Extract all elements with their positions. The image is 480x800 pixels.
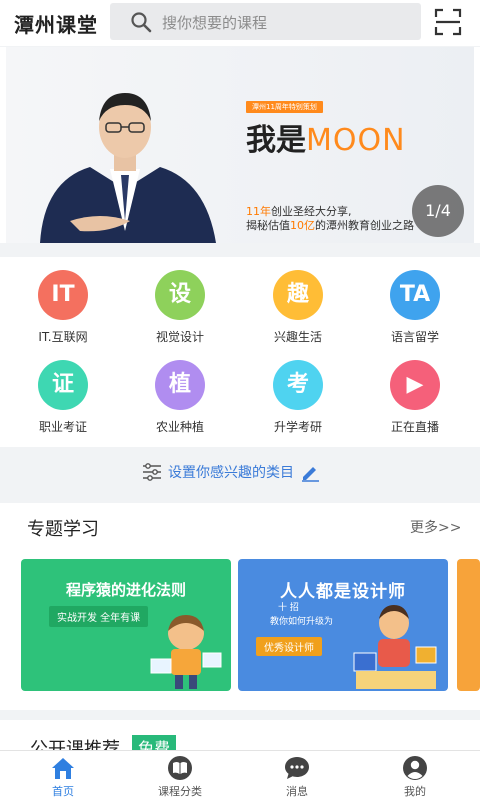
topic-card-subtitle: 十 招 教你如何升级为 xyxy=(270,601,333,629)
public-class-section: 公开课推荐 免费 xyxy=(0,720,480,754)
search-placeholder: 搜你想要的课程 xyxy=(162,14,268,32)
category-visual-design[interactable]: 设 视觉设计 xyxy=(130,270,230,352)
app-title: 潭州课堂 xyxy=(14,13,98,37)
tab-label: 首页 xyxy=(52,785,74,798)
edit-pencil-icon xyxy=(302,467,319,482)
tab-label: 消息 xyxy=(286,785,308,798)
category-label: 语言留学 xyxy=(390,330,439,344)
live-tv-icon: ▶ xyxy=(390,360,440,410)
book-icon xyxy=(168,756,192,780)
category-exam[interactable]: 考 升学考研 xyxy=(248,360,348,442)
banner-subtitle: 11年创业圣经大分享, 揭秘估值10亿的潭州教育创业之路 xyxy=(246,205,414,233)
tab-me[interactable]: 我的 xyxy=(355,755,475,799)
topic-section: 专题学习 更多>> 程序猿的进化法则 实战开发 全年有课 人人都是设计师 十 招… xyxy=(0,503,480,710)
topic-card-next[interactable] xyxy=(457,559,480,691)
promo-banner[interactable]: 潭州11周年特别策划 我是MOON 11年创业圣经大分享, 揭秘估值10亿的潭州… xyxy=(0,47,480,243)
top-header: 潭州课堂 搜你想要的课程 xyxy=(0,0,480,46)
tab-label: 我的 xyxy=(404,785,426,798)
topic-card-designer[interactable]: 人人都是设计师 十 招 教你如何升级为 优秀设计师 xyxy=(238,559,448,691)
tab-messages[interactable]: 消息 xyxy=(237,755,357,799)
scan-icon[interactable] xyxy=(434,8,462,36)
filter-icon xyxy=(143,463,161,481)
topic-card-sub-line1: 十 招 xyxy=(278,603,299,613)
search-bar[interactable]: 搜你想要的课程 xyxy=(110,3,421,40)
interest-setting-content: 设置你感兴趣的类目 xyxy=(142,460,320,484)
banner-title-prefix: 我是 xyxy=(246,123,306,158)
banner-pager: 1/4 xyxy=(412,185,464,237)
interest-setting-row[interactable]: 设置你感兴趣的类目 xyxy=(0,448,480,496)
chat-bubble-icon xyxy=(285,757,309,779)
it-icon: IT xyxy=(38,270,88,320)
category-label: 正在直播 xyxy=(390,420,439,434)
category-label: 升学考研 xyxy=(273,420,322,434)
speaker-photo xyxy=(40,93,216,243)
tab-label: 课程分类 xyxy=(158,785,202,798)
category-certificate[interactable]: 证 职业考证 xyxy=(13,360,113,442)
design-icon: 设 xyxy=(155,270,205,320)
topic-card-sub-line2: 教你如何升级为 xyxy=(270,617,334,627)
tab-home[interactable]: 首页 xyxy=(3,755,123,799)
category-label: IT.互联网 xyxy=(38,330,88,344)
exam-icon: 考 xyxy=(273,360,323,410)
banner-sub-highlight-1: 11年 xyxy=(246,205,271,218)
banner-title: 我是MOON xyxy=(246,115,406,159)
user-avatar-icon xyxy=(403,756,427,780)
agriculture-icon: 植 xyxy=(155,360,205,410)
category-label: 视觉设计 xyxy=(155,330,204,344)
search-icon xyxy=(131,12,152,33)
category-live[interactable]: ▶ 正在直播 xyxy=(365,360,465,442)
topic-card-title: 程序猿的进化法则 xyxy=(65,581,186,599)
banner-sub-text-2a: 揭秘估值 xyxy=(246,219,290,232)
banner-sub-highlight-2: 10亿 xyxy=(290,219,315,232)
category-hobby[interactable]: 趣 兴趣生活 xyxy=(248,270,348,352)
language-icon: TA xyxy=(390,270,440,320)
category-it[interactable]: IT IT.互联网 xyxy=(13,270,113,352)
banner-sub-text-2b: 的潭州教育创业之路 xyxy=(315,219,414,232)
category-grid: IT IT.互联网 设 视觉设计 趣 兴趣生活 TA 语言留学 证 职业考证 植… xyxy=(0,257,480,447)
interest-setting-label: 设置你感兴趣的类目 xyxy=(168,465,294,481)
topic-section-title: 专题学习 xyxy=(27,519,99,540)
programmer-illustration xyxy=(150,615,222,689)
designer-illustration xyxy=(353,605,437,689)
banner-title-name: MOON xyxy=(306,123,406,158)
home-icon xyxy=(52,758,74,779)
category-language[interactable]: TA 语言留学 xyxy=(365,270,465,352)
bottom-tab-bar: 首页 课程分类 消息 我的 xyxy=(0,750,480,800)
category-label: 兴趣生活 xyxy=(273,330,322,344)
topic-card-badge: 优秀设计师 xyxy=(256,637,322,656)
banner-sub-text-1: 创业圣经大分享, xyxy=(271,205,352,218)
banner-tag: 潭州11周年特别策划 xyxy=(246,101,323,113)
topic-more-link[interactable]: 更多>> xyxy=(410,517,461,537)
hobby-icon: 趣 xyxy=(273,270,323,320)
tab-course-categories[interactable]: 课程分类 xyxy=(120,755,240,799)
certificate-icon: 证 xyxy=(38,360,88,410)
topic-card-programmer[interactable]: 程序猿的进化法则 实战开发 全年有课 xyxy=(21,559,231,691)
category-agriculture[interactable]: 植 农业种植 xyxy=(130,360,230,442)
category-label: 农业种植 xyxy=(155,420,204,434)
app-root: 潭州课堂 搜你想要的课程 潭州11周年特别策划 我是MOON 11年创业圣经大分… xyxy=(0,0,480,800)
category-label: 职业考证 xyxy=(38,420,87,434)
